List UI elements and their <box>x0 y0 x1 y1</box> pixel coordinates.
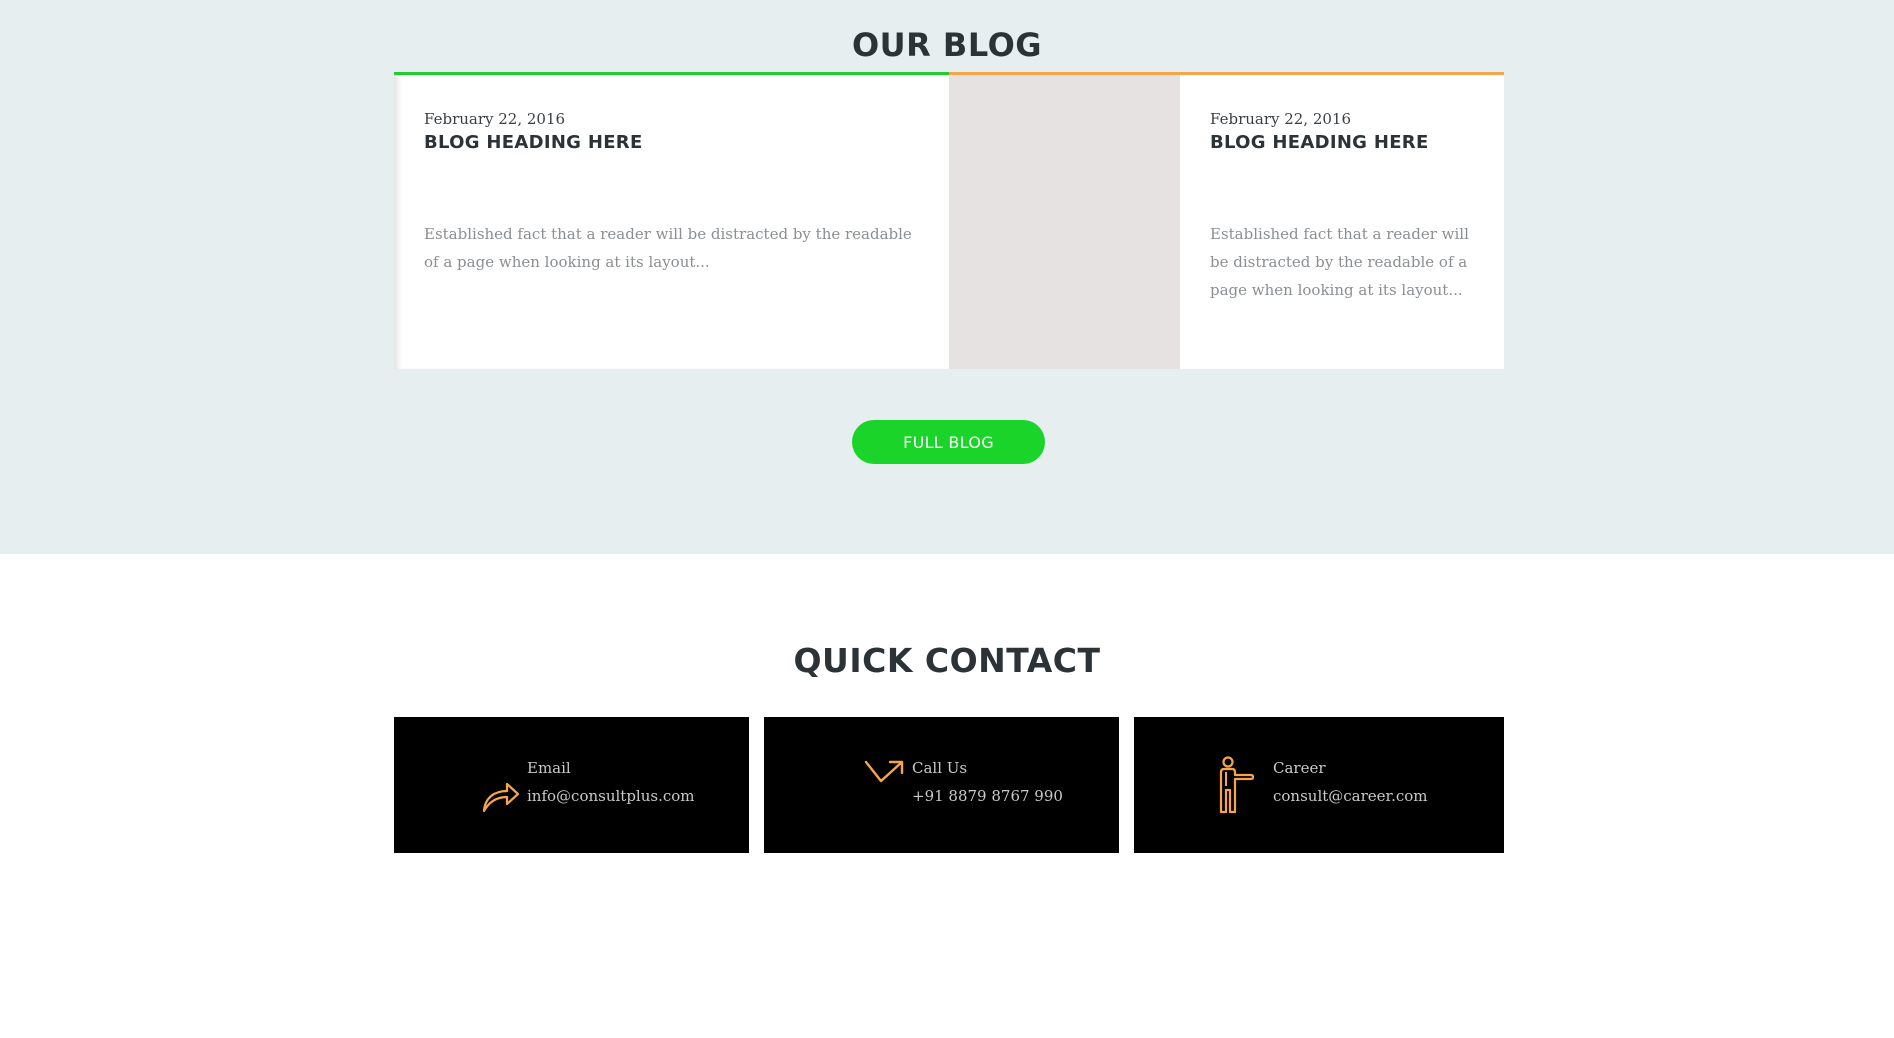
share-arrow-icon <box>481 780 521 818</box>
contact-section-title: QUICK CONTACT <box>793 641 1101 680</box>
blog-card[interactable]: February 22, 2016 BLOG HEADING HERE Esta… <box>1180 72 1504 369</box>
person-pointing-icon <box>1216 756 1256 818</box>
contact-label: Call Us <box>912 759 968 777</box>
blog-heading[interactable]: BLOG HEADING HERE <box>1210 132 1429 153</box>
contact-value[interactable]: consult@career.com <box>1273 787 1428 805</box>
full-blog-button[interactable]: FULL BLOG <box>852 420 1045 464</box>
contact-card-call[interactable]: Call Us +91 8879 8767 990 <box>764 717 1119 853</box>
contact-value[interactable]: info@consultplus.com <box>527 787 695 805</box>
blog-heading[interactable]: BLOG HEADING HERE <box>424 132 643 153</box>
contact-card-email[interactable]: Email info@consultplus.com <box>394 717 749 853</box>
blog-card[interactable]: February 22, 2016 BLOG HEADING HERE Esta… <box>394 72 949 369</box>
blog-excerpt: Established fact that a reader will be d… <box>424 225 912 271</box>
contact-label: Email <box>527 759 571 777</box>
blog-date: February 22, 2016 <box>424 110 566 128</box>
trend-arrow-icon <box>864 759 906 789</box>
blog-image-placeholder <box>949 72 1180 369</box>
blog-section: OUR BLOG February 22, 2016 BLOG HEADING … <box>0 0 1894 554</box>
contact-value[interactable]: +91 8879 8767 990 <box>912 787 1063 805</box>
blog-excerpt: Established fact that a reader will be d… <box>1210 225 1469 299</box>
contact-card-career[interactable]: Career consult@career.com <box>1134 717 1504 853</box>
blog-date: February 22, 2016 <box>1210 110 1352 128</box>
contact-label: Career <box>1273 759 1326 777</box>
blog-section-title: OUR BLOG <box>851 26 1043 64</box>
